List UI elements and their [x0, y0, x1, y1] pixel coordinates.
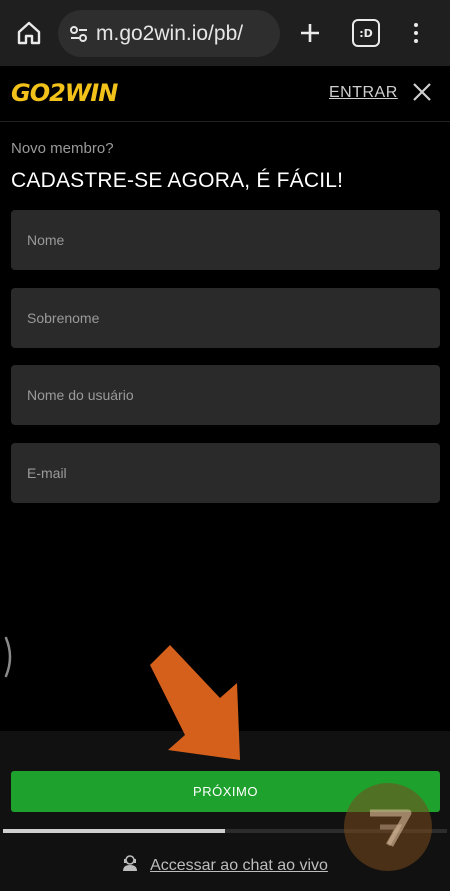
- username-input[interactable]: [11, 365, 440, 425]
- first-name-field[interactable]: [11, 210, 440, 270]
- login-link[interactable]: ENTRAR: [329, 84, 398, 102]
- side-scroll-handle-icon[interactable]: [2, 636, 14, 678]
- site-header: GO2WIN ENTRAR: [0, 66, 450, 122]
- site-settings-icon[interactable]: [64, 23, 94, 45]
- home-icon[interactable]: [12, 14, 46, 52]
- brand-logo[interactable]: GO2WIN: [11, 79, 118, 107]
- live-chat-link[interactable]: Accessar ao chat ao vivo: [150, 857, 328, 875]
- last-name-input[interactable]: [11, 288, 440, 348]
- address-bar[interactable]: m.go2win.io/pb/: [58, 10, 280, 57]
- pointer-arrow-icon: [140, 640, 260, 765]
- more-vert-icon[interactable]: [408, 18, 424, 48]
- browser-toolbar: m.go2win.io/pb/ :D: [0, 0, 450, 66]
- progress-fill: [3, 829, 225, 833]
- form-heading: CADASTRE-SE AGORA, É FÁCIL!: [11, 169, 344, 192]
- watermark-badge: [344, 783, 432, 871]
- username-field[interactable]: [11, 365, 440, 425]
- url-text[interactable]: m.go2win.io/pb/: [96, 22, 243, 46]
- first-name-input[interactable]: [11, 210, 440, 270]
- plus-icon[interactable]: [294, 16, 326, 50]
- email-input[interactable]: [11, 443, 440, 503]
- close-icon[interactable]: [410, 80, 434, 104]
- support-agent-icon[interactable]: [122, 854, 138, 877]
- form-subtitle: Novo membro?: [11, 140, 114, 157]
- tabs-icon[interactable]: :D: [352, 19, 380, 47]
- last-name-field[interactable]: [11, 288, 440, 348]
- email-field[interactable]: [11, 443, 440, 503]
